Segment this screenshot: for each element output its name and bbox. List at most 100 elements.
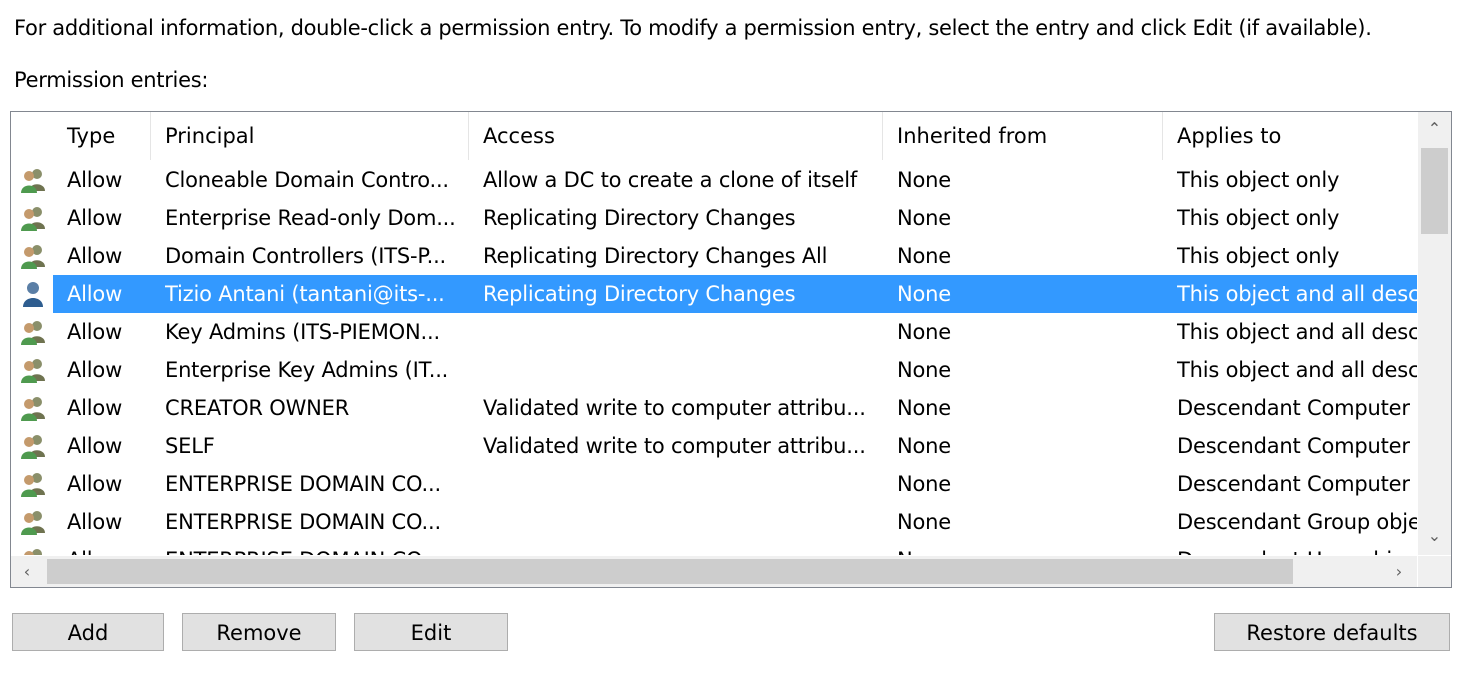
cell-applies-to: Descendant Computer — [1177, 472, 1410, 496]
cell-type: Allow — [67, 282, 123, 306]
cell-inherited-from: None — [897, 510, 951, 534]
cell-principal: ENTERPRISE DOMAIN CO... — [165, 472, 441, 496]
cell-principal: Enterprise Key Admins (IT... — [165, 358, 449, 382]
table-row[interactable]: Allow Key Admins (ITS-PIEMON... None This o… — [11, 313, 1417, 351]
group-icon — [19, 547, 47, 555]
cell-applies-to: This object only — [1177, 244, 1340, 268]
cell-principal: ENTERPRISE DOMAIN CO... — [165, 510, 441, 534]
cell-applies-to: This object and all desc — [1177, 320, 1417, 344]
cell-type: Allow — [67, 206, 123, 230]
user-icon — [19, 281, 47, 307]
cell-principal: Key Admins (ITS-PIEMON... — [165, 320, 440, 344]
scrollbar-corner — [1418, 556, 1451, 587]
scroll-up-icon[interactable]: ⌃ — [1418, 112, 1451, 145]
cell-access: Replicating Directory Changes — [483, 206, 796, 230]
cell-type: Allow — [67, 434, 123, 458]
cell-principal: Tizio Antani (tantani@its-... — [165, 282, 445, 306]
list-rows: Allow Cloneable Domain Contro... Allow a D… — [11, 161, 1417, 555]
cell-inherited-from: None — [897, 206, 951, 230]
cell-applies-to: Descendant Computer — [1177, 434, 1410, 458]
cell-applies-to: Descendant Group obje — [1177, 510, 1417, 534]
cell-applies-to: This object and all desc — [1177, 358, 1417, 382]
cell-inherited-from: None — [897, 434, 951, 458]
cell-inherited-from: None — [897, 472, 951, 496]
cell-access — [483, 541, 879, 555]
cell-type: Allow — [67, 358, 123, 382]
cell-principal: Cloneable Domain Contro... — [165, 168, 449, 192]
column-header-inherited-from[interactable]: Inherited from — [883, 112, 1163, 160]
scroll-down-icon[interactable]: ⌄ — [1418, 519, 1451, 552]
table-row[interactable]: Allow Cloneable Domain Contro... Allow a D… — [11, 161, 1417, 199]
table-row[interactable]: Allow SELF Validated write to computer att… — [11, 427, 1417, 465]
table-row[interactable]: Allow Domain Controllers (ITS-P... Replica… — [11, 237, 1417, 275]
group-icon — [19, 205, 47, 231]
cell-applies-to: Descendant User obje — [1177, 541, 1417, 555]
table-row[interactable]: Allow ENTERPRISE DOMAIN CO... None Descenda… — [11, 541, 1417, 555]
table-row[interactable]: Allow ENTERPRISE DOMAIN CO... None Descenda… — [11, 465, 1417, 503]
horizontal-scroll-thumb[interactable] — [47, 559, 1293, 584]
permission-entries-list[interactable]: Type Principal Access Inherited from App… — [10, 111, 1452, 588]
group-icon — [19, 243, 47, 269]
scroll-right-icon[interactable]: › — [1383, 556, 1415, 587]
cell-principal: CREATOR OWNER — [165, 396, 350, 420]
cell-applies-to: Descendant Computer — [1177, 396, 1410, 420]
group-icon — [19, 433, 47, 459]
cell-inherited-from: None — [897, 244, 951, 268]
cell-access: Validated write to computer attribu... — [483, 396, 866, 420]
column-header-type[interactable]: Type — [53, 112, 151, 160]
cell-type: Allow — [67, 472, 123, 496]
cell-type: Allow — [67, 396, 123, 420]
list-header: Type Principal Access Inherited from App… — [11, 112, 1417, 160]
cell-principal: ENTERPRISE DOMAIN CO... — [165, 541, 465, 555]
table-row[interactable]: Allow ENTERPRISE DOMAIN CO... None Descenda… — [11, 503, 1417, 541]
group-icon — [19, 319, 47, 345]
cell-access: Allow a DC to create a clone of itself — [483, 168, 858, 192]
horizontal-scrollbar[interactable]: ‹ › — [11, 556, 1417, 587]
group-icon — [19, 471, 47, 497]
add-button[interactable]: Add — [12, 613, 164, 651]
vertical-scroll-thumb[interactable] — [1421, 148, 1448, 234]
cell-applies-to: This object and all desc — [1177, 282, 1417, 306]
remove-button[interactable]: Remove — [182, 613, 336, 651]
cell-access — [483, 465, 879, 503]
cell-inherited-from: None — [897, 358, 951, 382]
cell-type: Allow — [67, 168, 123, 192]
vertical-scrollbar[interactable]: ⌃ ⌄ — [1418, 112, 1451, 555]
cell-inherited-from: None — [897, 168, 951, 192]
cell-access: Replicating Directory Changes — [483, 282, 796, 306]
group-icon — [19, 395, 47, 421]
scroll-left-icon[interactable]: ‹ — [11, 556, 43, 587]
column-header-principal[interactable]: Principal — [151, 112, 469, 160]
table-row[interactable]: Allow Tizio Antani (tantani@its-... Replic… — [11, 275, 1417, 313]
cell-type: Allow — [67, 541, 157, 555]
cell-type: Allow — [67, 244, 123, 268]
cell-inherited-from: None — [897, 320, 951, 344]
cell-access: Replicating Directory Changes All — [483, 244, 828, 268]
group-icon — [19, 167, 47, 193]
cell-inherited-from: None — [897, 282, 951, 306]
edit-button[interactable]: Edit — [354, 613, 508, 651]
cell-applies-to: This object only — [1177, 168, 1340, 192]
column-header-access[interactable]: Access — [469, 112, 883, 160]
cell-applies-to: This object only — [1177, 206, 1340, 230]
cell-access — [483, 313, 879, 351]
column-header-applies-to[interactable]: Applies to — [1163, 112, 1417, 160]
cell-principal: Domain Controllers (ITS-P... — [165, 244, 447, 268]
cell-access: Validated write to computer attribu... — [483, 434, 866, 458]
cell-type: Allow — [67, 510, 123, 534]
cell-inherited-from: None — [897, 541, 1159, 555]
cell-type: Allow — [67, 320, 123, 344]
info-text: For additional information, double-click… — [14, 16, 1372, 40]
restore-defaults-button[interactable]: Restore defaults — [1214, 613, 1450, 651]
cell-principal: Enterprise Read-only Dom... — [165, 206, 456, 230]
cell-access — [483, 351, 879, 389]
table-row[interactable]: Allow Enterprise Read-only Dom... Replicat… — [11, 199, 1417, 237]
group-icon — [19, 357, 47, 383]
group-icon — [19, 509, 47, 535]
cell-principal: SELF — [165, 434, 215, 458]
table-row[interactable]: Allow Enterprise Key Admins (IT... None Thi… — [11, 351, 1417, 389]
permission-entries-label: Permission entries: — [14, 68, 209, 92]
cell-inherited-from: None — [897, 396, 951, 420]
table-row[interactable]: Allow CREATOR OWNER Validated write to com… — [11, 389, 1417, 427]
cell-access — [483, 503, 879, 541]
